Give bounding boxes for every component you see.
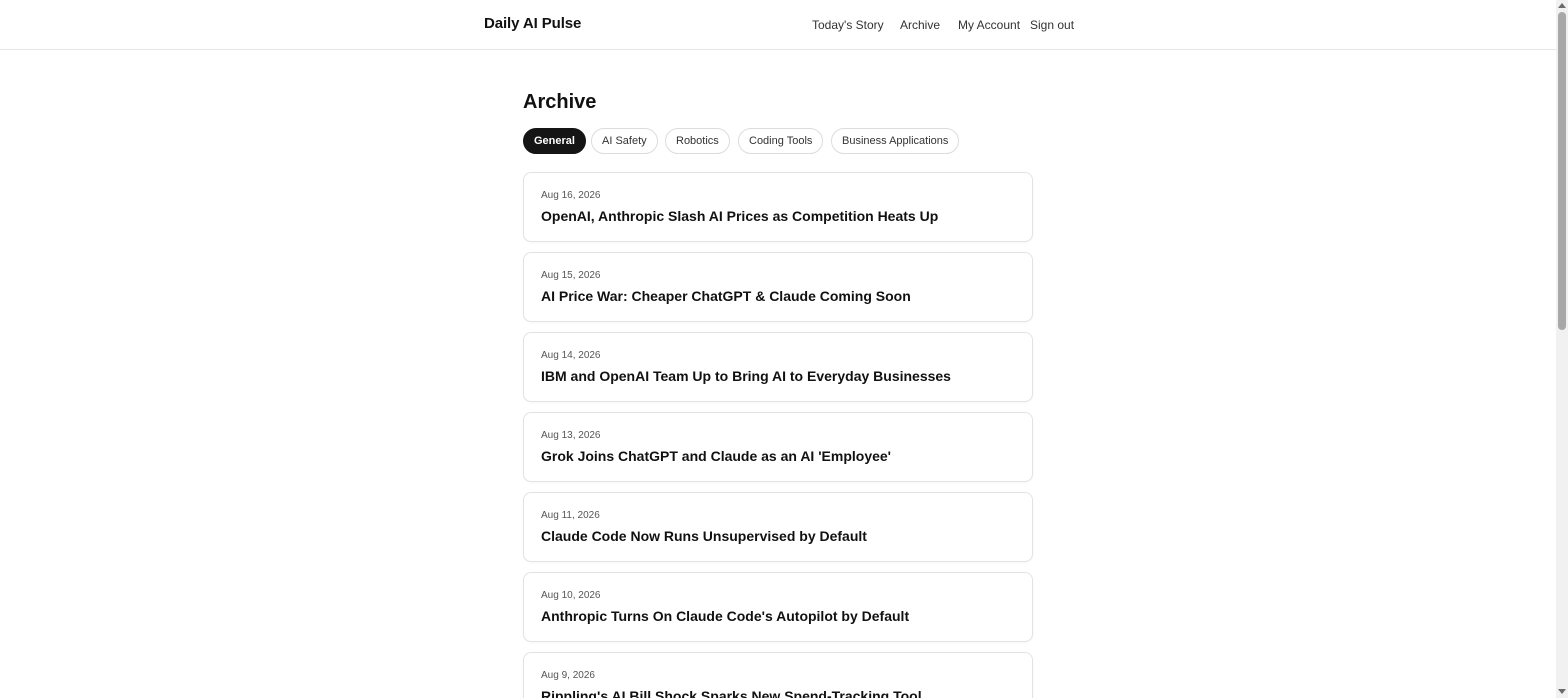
- article-title[interactable]: Claude Code Now Runs Unsupervised by Def…: [541, 528, 867, 544]
- page: Daily AI Pulse Today's Story Archive My …: [0, 0, 1568, 698]
- scrollbar-thumb[interactable]: [1558, 12, 1566, 330]
- tab-robotics[interactable]: Robotics: [665, 128, 730, 154]
- scroll-up-arrow-icon[interactable]: [1558, 3, 1566, 8]
- category-tabs: General AI Safety Robotics Coding Tools …: [523, 128, 1033, 154]
- page-title: Archive: [523, 91, 597, 113]
- article-card[interactable]: Aug 9, 2026 Rippling's AI Bill Shock Spa…: [523, 652, 1033, 698]
- article-date: Aug 13, 2026: [541, 430, 601, 441]
- article-card[interactable]: Aug 10, 2026 Anthropic Turns On Claude C…: [523, 572, 1033, 642]
- article-date: Aug 16, 2026: [541, 190, 601, 201]
- nav-link-sign-out[interactable]: Sign out: [1030, 18, 1074, 32]
- article-card[interactable]: Aug 15, 2026 AI Price War: Cheaper ChatG…: [523, 252, 1033, 322]
- nav-link-my-account[interactable]: My Account: [958, 18, 1020, 32]
- archive-main: Archive General AI Safety Robotics Codin…: [523, 88, 1033, 698]
- article-date: Aug 15, 2026: [541, 270, 601, 281]
- vertical-scrollbar[interactable]: [1556, 0, 1568, 698]
- tab-coding-tools[interactable]: Coding Tools: [738, 128, 824, 154]
- article-card[interactable]: Aug 13, 2026 Grok Joins ChatGPT and Clau…: [523, 412, 1033, 482]
- article-title[interactable]: AI Price War: Cheaper ChatGPT & Claude C…: [541, 288, 911, 304]
- article-title[interactable]: OpenAI, Anthropic Slash AI Prices as Com…: [541, 208, 938, 224]
- tab-ai-safety[interactable]: AI Safety: [591, 128, 658, 154]
- nav-link-archive[interactable]: Archive: [900, 18, 940, 32]
- tab-business-applications[interactable]: Business Applications: [831, 128, 960, 154]
- article-card[interactable]: Aug 11, 2026 Claude Code Now Runs Unsupe…: [523, 492, 1033, 562]
- scroll-down-arrow-icon[interactable]: [1558, 689, 1566, 694]
- article-date: Aug 11, 2026: [541, 510, 600, 521]
- article-card[interactable]: Aug 14, 2026 IBM and OpenAI Team Up to B…: [523, 332, 1033, 402]
- article-title[interactable]: IBM and OpenAI Team Up to Bring AI to Ev…: [541, 368, 951, 384]
- article-date: Aug 9, 2026: [541, 670, 595, 681]
- nav-link-todays-story[interactable]: Today's Story: [812, 18, 884, 32]
- article-title[interactable]: Grok Joins ChatGPT and Claude as an AI '…: [541, 448, 891, 464]
- article-title[interactable]: Rippling's AI Bill Shock Sparks New Spen…: [541, 688, 922, 698]
- article-card[interactable]: Aug 16, 2026 OpenAI, Anthropic Slash AI …: [523, 172, 1033, 242]
- tab-general[interactable]: General: [523, 128, 586, 154]
- brand-logo[interactable]: Daily AI Pulse: [484, 15, 581, 32]
- top-navigation-bar: Daily AI Pulse Today's Story Archive My …: [0, 0, 1556, 50]
- article-date: Aug 10, 2026: [541, 590, 601, 601]
- article-date: Aug 14, 2026: [541, 350, 601, 361]
- article-title[interactable]: Anthropic Turns On Claude Code's Autopil…: [541, 608, 909, 624]
